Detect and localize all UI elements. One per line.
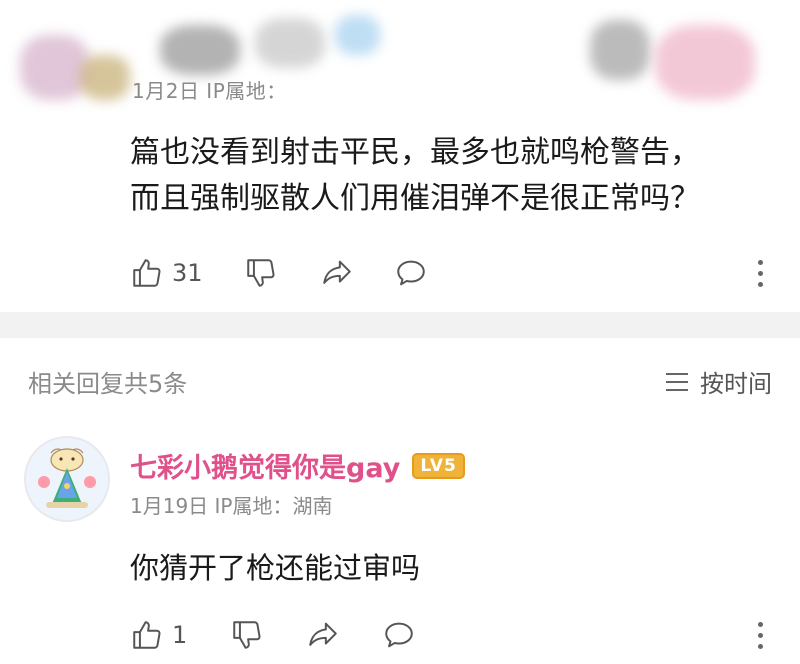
- comment-text-line: 篇也没看到射击平民，最多也就鸣枪警告，: [130, 135, 700, 170]
- level-badge: LV5: [412, 452, 465, 479]
- reply-text: 你猜开了枪还能过审吗: [130, 551, 421, 585]
- like-button[interactable]: 31: [130, 256, 203, 290]
- share-button[interactable]: [320, 256, 354, 290]
- thumbs-down-icon: [247, 259, 275, 287]
- redacted-badge: [655, 25, 755, 100]
- more-vertical-icon[interactable]: [756, 260, 764, 287]
- thumbs-up-icon: [133, 259, 161, 287]
- dislike-button[interactable]: [230, 618, 264, 652]
- share-icon: [323, 260, 351, 284]
- like-button[interactable]: 1: [130, 618, 187, 652]
- parent-comment: 1月2日 IP属地： 篇也没看到射击平民，最多也就鸣枪警告， 而且强制驱散人们用…: [0, 0, 800, 312]
- more-vertical-icon[interactable]: [756, 622, 764, 649]
- username-row[interactable]: 七彩小鹅觉得你是gay LV5: [130, 446, 465, 485]
- speech-bubble-icon: [385, 622, 413, 648]
- menu-lines-icon: [666, 372, 688, 391]
- speech-bubble-icon: [397, 260, 425, 286]
- redacted-avatar: [20, 35, 90, 100]
- comment-text-line: 而且强制驱散人们用催泪弹不是很正常吗？: [130, 181, 700, 216]
- section-divider: [0, 312, 800, 338]
- redacted-username: [335, 15, 380, 55]
- sort-button[interactable]: 按时间: [666, 364, 772, 399]
- like-count: 1: [172, 621, 188, 649]
- dislike-button[interactable]: [244, 256, 278, 290]
- thumbs-down-icon: [233, 621, 261, 649]
- redacted-badge: [590, 20, 650, 80]
- thumbs-up-icon: [133, 621, 161, 649]
- comment-meta: 1月2日 IP属地：: [132, 79, 287, 103]
- reply-button[interactable]: [394, 256, 428, 290]
- reply-actions: 1: [0, 618, 800, 658]
- comment-actions: 31: [0, 256, 800, 296]
- sort-label: 按时间: [700, 370, 772, 398]
- replies-count: 相关回复共5条: [28, 370, 188, 398]
- reply-button[interactable]: [382, 618, 416, 652]
- share-icon: [309, 622, 337, 646]
- reply-meta: 1月19日 IP属地：湖南: [130, 494, 333, 518]
- replies-header: 相关回复共5条 按时间: [0, 338, 800, 418]
- redacted-username: [160, 25, 240, 75]
- avatar-image: [26, 438, 108, 520]
- username[interactable]: 七彩小鹅觉得你是gay: [130, 446, 400, 485]
- avatar[interactable]: [24, 436, 110, 522]
- like-count: 31: [172, 259, 203, 287]
- redacted-username: [255, 18, 325, 68]
- share-button[interactable]: [306, 618, 340, 652]
- comment-text: 篇也没看到射击平民，最多也就鸣枪警告， 而且强制驱散人们用催泪弹不是很正常吗？: [130, 130, 770, 222]
- reply-item: 七彩小鹅觉得你是gay LV5 1月19日 IP属地：湖南 你猜开了枪还能过审吗…: [0, 420, 800, 664]
- redacted-username: [80, 55, 130, 100]
